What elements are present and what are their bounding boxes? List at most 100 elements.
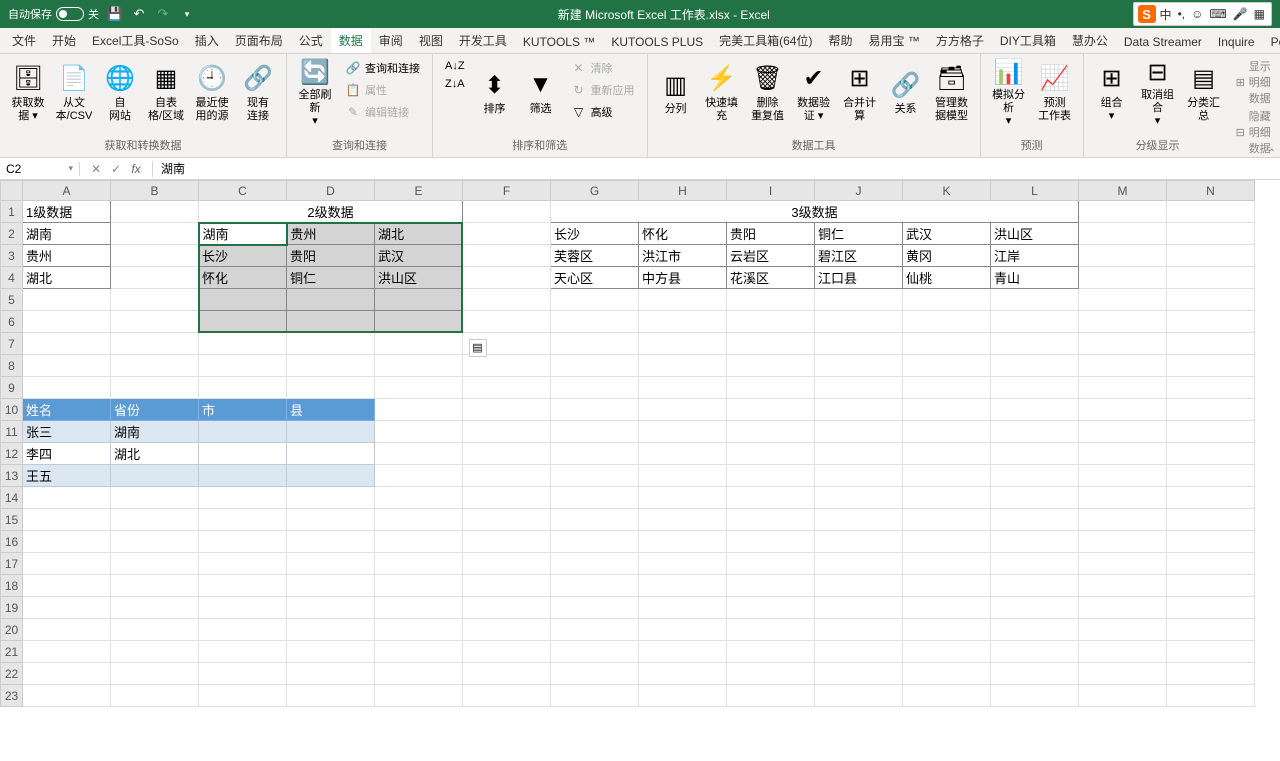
col-header-M[interactable]: M bbox=[1079, 181, 1167, 201]
cell-M23[interactable] bbox=[1079, 685, 1167, 707]
cell-D7[interactable] bbox=[287, 333, 375, 355]
cell-K23[interactable] bbox=[903, 685, 991, 707]
cell-E14[interactable] bbox=[375, 487, 463, 509]
cell-N11[interactable] bbox=[1167, 421, 1255, 443]
cell-G16[interactable] bbox=[551, 531, 639, 553]
cell-A19[interactable] bbox=[23, 597, 111, 619]
cell-N9[interactable] bbox=[1167, 377, 1255, 399]
cell-D9[interactable] bbox=[287, 377, 375, 399]
cell-C5[interactable] bbox=[199, 289, 287, 311]
cell-J12[interactable] bbox=[815, 443, 903, 465]
cell-B1[interactable] bbox=[111, 201, 199, 223]
edit-links-button[interactable]: ✎编辑链接 bbox=[341, 102, 424, 122]
tab-公式[interactable]: 公式 bbox=[291, 28, 331, 53]
cell-K4[interactable]: 仙桃 bbox=[903, 267, 991, 289]
cell-M18[interactable] bbox=[1079, 575, 1167, 597]
cell-I23[interactable] bbox=[727, 685, 815, 707]
cell-N17[interactable] bbox=[1167, 553, 1255, 575]
cell-M10[interactable] bbox=[1079, 399, 1167, 421]
cell-M6[interactable] bbox=[1079, 311, 1167, 333]
sort-asc-button[interactable]: A↓Z bbox=[441, 58, 469, 74]
tab-KUTOOLS PLUS[interactable]: KUTOOLS PLUS bbox=[603, 31, 711, 53]
cell-C9[interactable] bbox=[199, 377, 287, 399]
row-header-9[interactable]: 9 bbox=[1, 377, 23, 399]
cell-D12[interactable] bbox=[287, 443, 375, 465]
cell-D8[interactable] bbox=[287, 355, 375, 377]
cell-N1[interactable] bbox=[1167, 201, 1255, 223]
row-header-14[interactable]: 14 bbox=[1, 487, 23, 509]
row-header-3[interactable]: 3 bbox=[1, 245, 23, 267]
cell-A1[interactable]: 1级数据 bbox=[23, 201, 111, 223]
filter-button[interactable]: ▼筛选 bbox=[519, 56, 563, 130]
cell-L17[interactable] bbox=[991, 553, 1079, 575]
cell-A9[interactable] bbox=[23, 377, 111, 399]
cell-M2[interactable] bbox=[1079, 223, 1167, 245]
cell-C17[interactable] bbox=[199, 553, 287, 575]
row-header-1[interactable]: 1 bbox=[1, 201, 23, 223]
cell-E16[interactable] bbox=[375, 531, 463, 553]
ribbon-button[interactable]: 🔗关系 bbox=[884, 56, 928, 130]
cell-L4[interactable]: 青山 bbox=[991, 267, 1079, 289]
save-icon[interactable]: 💾 bbox=[107, 6, 123, 22]
col-header-F[interactable]: F bbox=[463, 181, 551, 201]
cell-H22[interactable] bbox=[639, 663, 727, 685]
cell-K5[interactable] bbox=[903, 289, 991, 311]
cell-J20[interactable] bbox=[815, 619, 903, 641]
cell-F20[interactable] bbox=[463, 619, 551, 641]
cell-G7[interactable] bbox=[551, 333, 639, 355]
row-header-2[interactable]: 2 bbox=[1, 223, 23, 245]
cell-H15[interactable] bbox=[639, 509, 727, 531]
cell-L16[interactable] bbox=[991, 531, 1079, 553]
cell-N7[interactable] bbox=[1167, 333, 1255, 355]
redo-icon[interactable]: ↷ bbox=[155, 6, 171, 22]
col-header-L[interactable]: L bbox=[991, 181, 1079, 201]
cell-K9[interactable] bbox=[903, 377, 991, 399]
cell-D18[interactable] bbox=[287, 575, 375, 597]
cell-I22[interactable] bbox=[727, 663, 815, 685]
cell-B15[interactable] bbox=[111, 509, 199, 531]
cell-G23[interactable] bbox=[551, 685, 639, 707]
cell-A23[interactable] bbox=[23, 685, 111, 707]
cell-B11[interactable]: 湖南 bbox=[111, 421, 199, 443]
cell-H8[interactable] bbox=[639, 355, 727, 377]
smart-tag-icon[interactable]: ▤ bbox=[469, 339, 487, 357]
cell-K21[interactable] bbox=[903, 641, 991, 663]
cell-C22[interactable] bbox=[199, 663, 287, 685]
cell-G15[interactable] bbox=[551, 509, 639, 531]
ribbon-button[interactable]: ▦自表 格/区域 bbox=[144, 56, 188, 130]
cell-H7[interactable] bbox=[639, 333, 727, 355]
cell-D23[interactable] bbox=[287, 685, 375, 707]
cell-N6[interactable] bbox=[1167, 311, 1255, 333]
row-header-15[interactable]: 15 bbox=[1, 509, 23, 531]
cell-J21[interactable] bbox=[815, 641, 903, 663]
cell-H13[interactable] bbox=[639, 465, 727, 487]
cell-L18[interactable] bbox=[991, 575, 1079, 597]
row-header-5[interactable]: 5 bbox=[1, 289, 23, 311]
cell-E7[interactable] bbox=[375, 333, 463, 355]
cell-C14[interactable] bbox=[199, 487, 287, 509]
cell-L8[interactable] bbox=[991, 355, 1079, 377]
ribbon-button[interactable]: ▤分类汇总 bbox=[1182, 56, 1226, 130]
cell-C8[interactable] bbox=[199, 355, 287, 377]
cell-H4[interactable]: 中方县 bbox=[639, 267, 727, 289]
col-header-H[interactable]: H bbox=[639, 181, 727, 201]
cell-B22[interactable] bbox=[111, 663, 199, 685]
cell-F17[interactable] bbox=[463, 553, 551, 575]
col-header-A[interactable]: A bbox=[23, 181, 111, 201]
cell-C19[interactable] bbox=[199, 597, 287, 619]
cell-D19[interactable] bbox=[287, 597, 375, 619]
tab-KUTOOLS ™[interactable]: KUTOOLS ™ bbox=[515, 31, 603, 53]
ribbon-button[interactable]: 🗑删除 重复值 bbox=[746, 56, 790, 130]
col-header-D[interactable]: D bbox=[287, 181, 375, 201]
cell-L3[interactable]: 江岸 bbox=[991, 245, 1079, 267]
cell-N12[interactable] bbox=[1167, 443, 1255, 465]
cell-J19[interactable] bbox=[815, 597, 903, 619]
cell-B17[interactable] bbox=[111, 553, 199, 575]
cell-H20[interactable] bbox=[639, 619, 727, 641]
cell-E9[interactable] bbox=[375, 377, 463, 399]
cell-L6[interactable] bbox=[991, 311, 1079, 333]
cell-I7[interactable] bbox=[727, 333, 815, 355]
cell-J14[interactable] bbox=[815, 487, 903, 509]
cell-B8[interactable] bbox=[111, 355, 199, 377]
cell-F4[interactable] bbox=[463, 267, 551, 289]
